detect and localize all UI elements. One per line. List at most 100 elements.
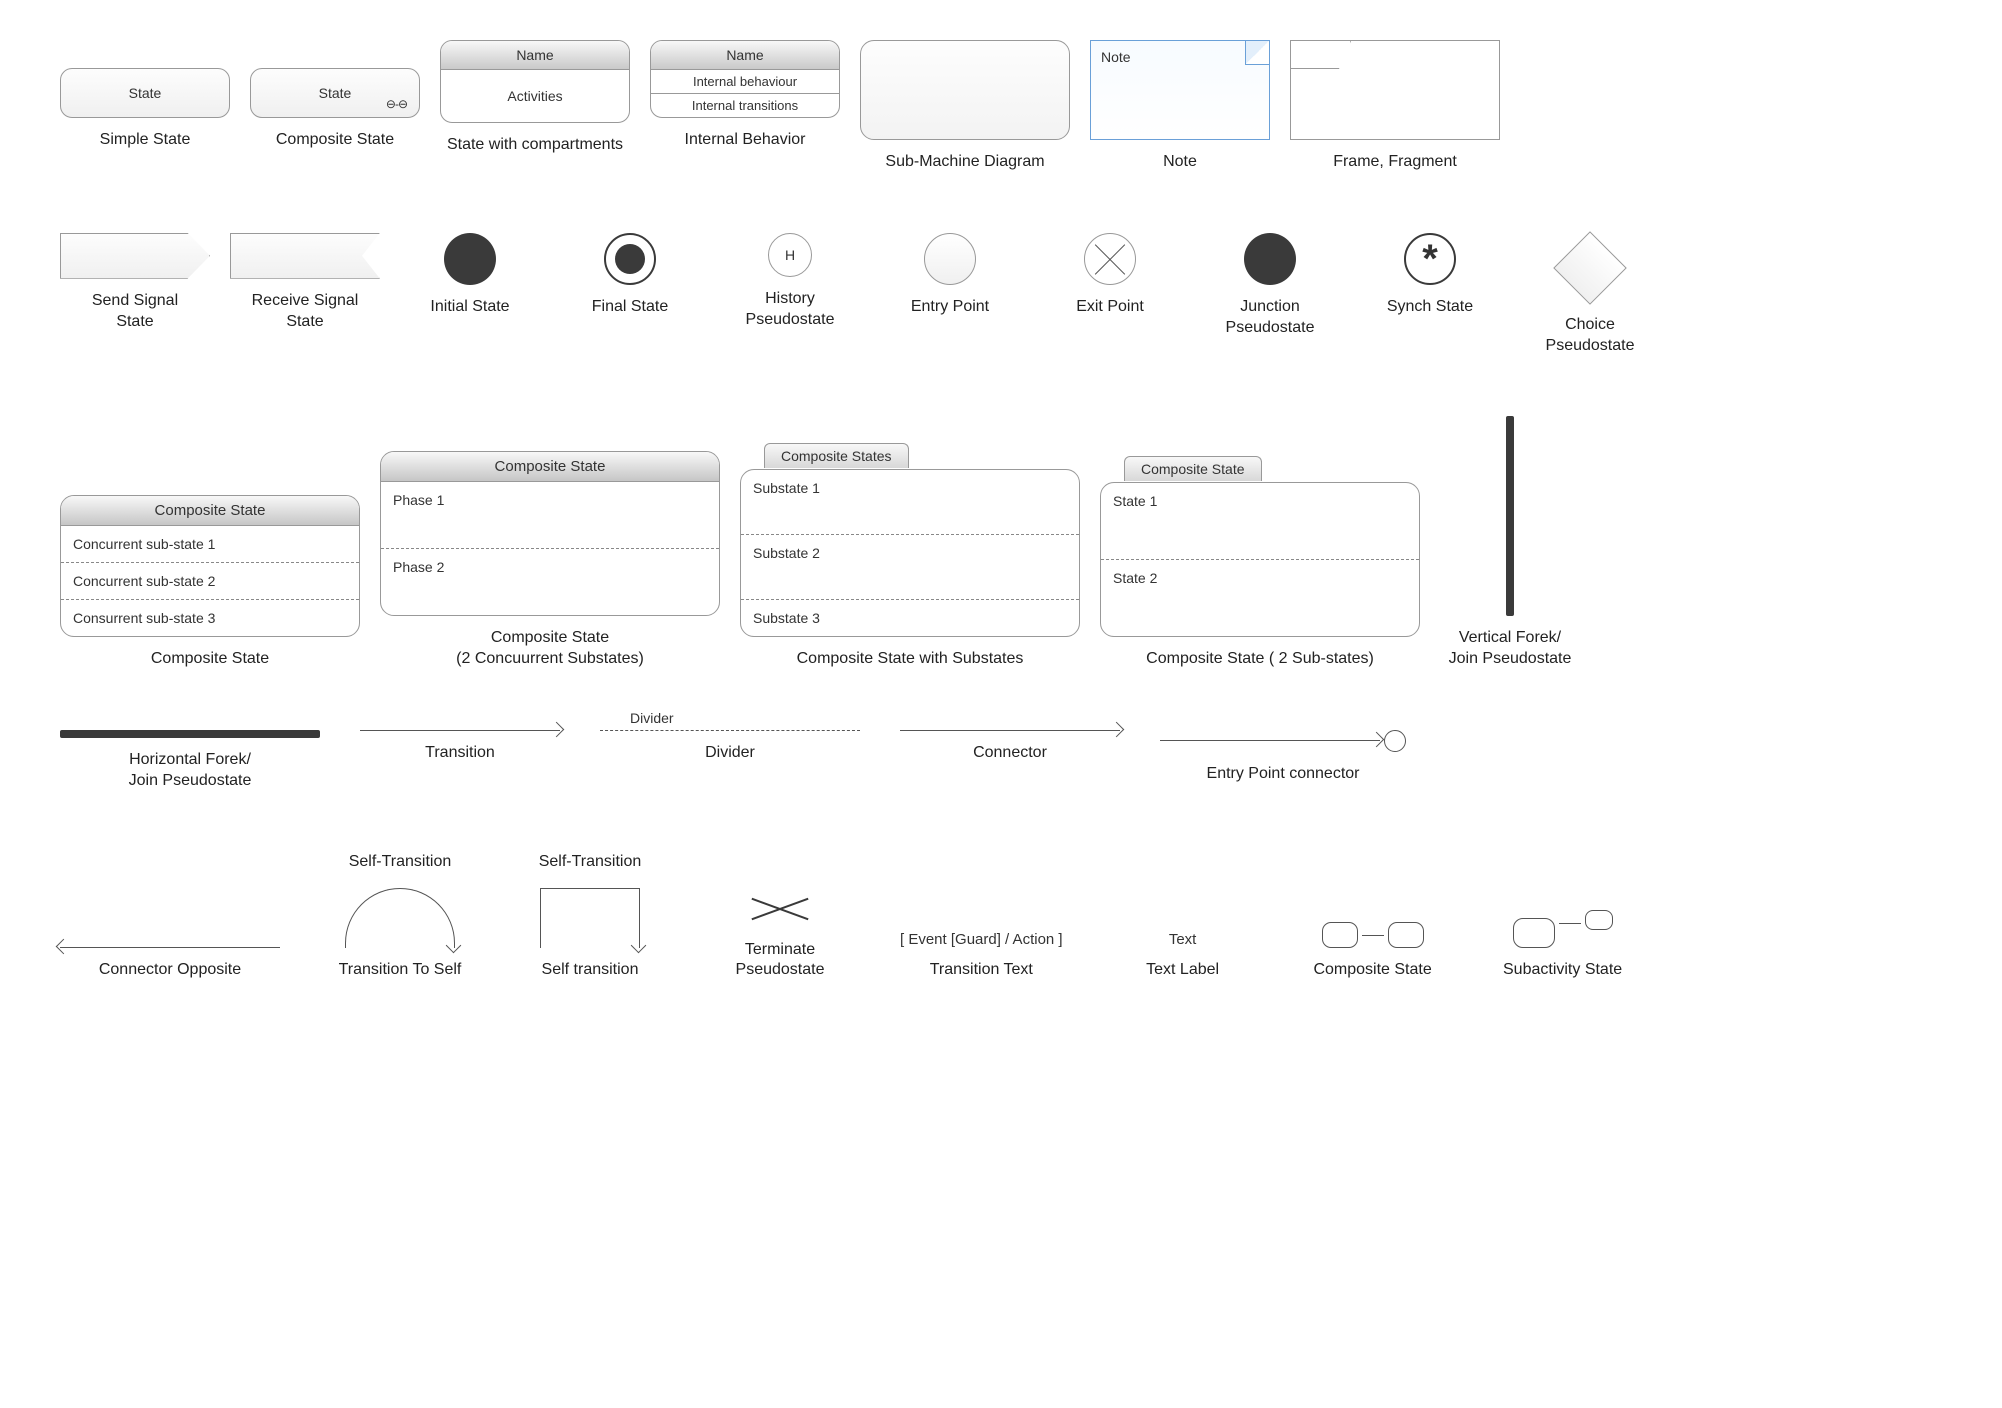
composite-3-cell: Composite State Concurrent sub-state 1 C… [60, 495, 360, 670]
to-self-caption: Transition To Self [339, 960, 462, 981]
subactivity-small-box [1585, 910, 1613, 930]
self-rect-arrow [540, 888, 640, 948]
submachine-caption: Sub-Machine Diagram [885, 152, 1044, 173]
entry-point-connector [1160, 730, 1406, 752]
self-trans-caption: Self transition [542, 960, 639, 981]
composite-3-r1: Concurrent sub-state 1 [61, 526, 359, 563]
composite-tab2-shape: State 1 State 2 [1100, 482, 1420, 637]
trans-text-cell: [ Event [Guard] / Action ] Transition Te… [900, 931, 1063, 981]
frame-tab-icon [1291, 41, 1351, 69]
history-cell: H History Pseudostate [720, 233, 860, 331]
synch-shape: * [1404, 233, 1456, 285]
composite-3-r2: Concurrent sub-state 2 [61, 563, 359, 600]
recv-signal-cell: Receive Signal State [230, 233, 380, 333]
history-letter: H [785, 247, 795, 263]
composite-tab2-r2: State 2 [1101, 560, 1419, 636]
compartments-cell: Name Activities State with compartments [440, 40, 630, 156]
simple-state-text: State [129, 85, 162, 101]
vbar-caption: Vertical Forek/ Join Pseudostate [1449, 628, 1572, 670]
entry-point-caption: Entry Point [911, 297, 989, 318]
mini-composite-caption: Composite State [1313, 960, 1431, 981]
recv-signal-caption: Receive Signal State [252, 291, 359, 333]
composite-state-small-caption: Composite State [276, 130, 394, 151]
exit-point-caption: Exit Point [1076, 297, 1144, 318]
entry-conn-line [1160, 740, 1380, 741]
trans-text-caption: Transition Text [930, 960, 1033, 981]
composite-3-r3: Consurrent sub-state 3 [61, 600, 359, 636]
hbar-cell: Horizontal Forek/ Join Pseudostate [60, 730, 320, 792]
internal-behavior-name: Name [651, 41, 839, 70]
internal-behavior-cell: Name Internal behaviour Internal transit… [650, 40, 840, 151]
frame-shape [1290, 40, 1500, 140]
conn-opp-cell: Connector Opposite [60, 947, 280, 981]
composite-3-caption: Composite State [151, 649, 269, 670]
composite-2-cell: Composite State Phase 1 Phase 2 Composit… [380, 451, 720, 670]
final-state-dot-icon [615, 244, 645, 274]
synch-caption: Synch State [1387, 297, 1473, 318]
final-state-caption: Final State [592, 297, 668, 318]
self-trans-label: Self-Transition [539, 852, 642, 873]
composite-2-shape: Composite State Phase 1 Phase 2 [380, 451, 720, 616]
composite-tab3-caption: Composite State with Substates [797, 649, 1024, 670]
transition-text-sample: [ Event [Guard] / Action ] [900, 931, 1063, 948]
composite-2-title: Composite State [381, 452, 719, 482]
junction-cell: Junction Pseudostate [1200, 233, 1340, 339]
text-label-caption: Text Label [1146, 960, 1219, 981]
composite-state-small-text: State [319, 85, 352, 101]
simple-state-caption: Simple State [100, 130, 191, 151]
hbar-caption: Horizontal Forek/ Join Pseudostate [129, 750, 252, 792]
composite-2-r1: Phase 1 [381, 482, 719, 549]
note-caption: Note [1163, 152, 1197, 173]
note-fold-icon [1245, 41, 1269, 65]
entry-point-cell: Entry Point [880, 233, 1020, 318]
junction-caption: Junction Pseudostate [1226, 297, 1315, 339]
mini-comp-box-right [1388, 922, 1424, 948]
simple-state-cell: State Simple State [60, 68, 230, 151]
internal-behavior-line1: Internal behaviour [651, 70, 839, 94]
exit-point-shape [1084, 233, 1136, 285]
send-signal-cell: Send Signal State [60, 233, 210, 333]
entry-point-shape [924, 233, 976, 285]
composite-tab3-r1: Substate 1 [741, 470, 1079, 535]
divider-label: Divider [630, 710, 674, 726]
initial-state-shape [444, 233, 496, 285]
simple-state-shape: State [60, 68, 230, 118]
connector-arrow [900, 730, 1120, 731]
to-self-label: Self-Transition [349, 852, 452, 873]
composite-tab2-tab: Composite State [1124, 456, 1262, 481]
conn-opp-caption: Connector Opposite [99, 960, 241, 981]
terminate-shape [750, 888, 810, 928]
submachine-shape [860, 40, 1070, 140]
internal-behavior-line2: Internal transitions [651, 94, 839, 117]
composite-tab2-wrap: Composite State State 1 State 2 [1100, 482, 1420, 637]
compartments-name: Name [441, 41, 629, 70]
composite-glyph-icon: ⊖-⊖ [386, 97, 407, 111]
exit-point-cell: Exit Point [1040, 233, 1180, 318]
mini-composite-shape [1322, 922, 1424, 948]
terminate-cell: Terminate Pseudostate [710, 888, 850, 982]
self-trans-cell: Self-Transition Self transition [520, 852, 660, 982]
frame-cell: Frame, Fragment [1290, 40, 1500, 173]
composite-3-title: Composite State [61, 496, 359, 526]
entry-conn-caption: Entry Point connector [1207, 764, 1360, 785]
subactivity-cell: Subactivity State [1493, 910, 1633, 981]
send-signal-shape [60, 233, 210, 279]
history-caption: History Pseudostate [746, 289, 835, 331]
composite-3-shape: Composite State Concurrent sub-state 1 C… [60, 495, 360, 637]
frame-caption: Frame, Fragment [1333, 152, 1457, 173]
composite-tab2-caption: Composite State ( 2 Sub-states) [1146, 649, 1374, 670]
composite-state-small-shape: State ⊖-⊖ [250, 68, 420, 118]
subactivity-link-icon [1559, 923, 1581, 925]
composite-tab3-shape: Substate 1 Substate 2 Substate 3 [740, 469, 1080, 637]
entry-conn-ring-icon [1384, 730, 1406, 752]
composite-tab3-tab: Composite States [764, 443, 909, 468]
vbar-cell: Vertical Forek/ Join Pseudostate [1440, 416, 1580, 670]
internal-behavior-shape: Name Internal behaviour Internal transit… [650, 40, 840, 118]
composite-tab3-r2: Substate 2 [741, 535, 1079, 600]
synch-glyph: * [1422, 239, 1438, 279]
synch-cell: * Synch State [1360, 233, 1500, 318]
recv-signal-shape [230, 233, 380, 279]
choice-shape [1553, 231, 1627, 305]
send-signal-caption: Send Signal State [92, 291, 178, 333]
compartments-caption: State with compartments [447, 135, 623, 156]
